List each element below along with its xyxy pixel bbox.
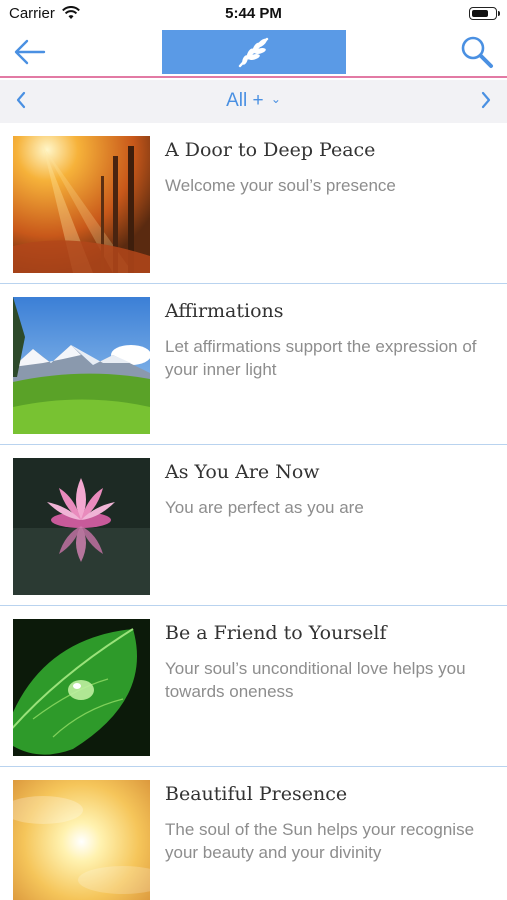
- nav-bar: [0, 28, 507, 78]
- list-item[interactable]: Beautiful Presence The soul of the Sun h…: [0, 767, 507, 900]
- search-icon[interactable]: [459, 34, 495, 70]
- golden-sun-thumbnail: [13, 780, 150, 900]
- chevron-right-icon[interactable]: [479, 90, 493, 110]
- list-item[interactable]: As You Are Now You are perfect as you ar…: [0, 445, 507, 606]
- wheat-leaf-logo-icon: [238, 37, 269, 68]
- item-title: Affirmations: [165, 300, 284, 322]
- item-subtitle: Your soul’s unconditional love helps you…: [165, 659, 466, 701]
- item-subtitle: You are perfect as you are: [165, 498, 364, 517]
- battery-level: [472, 10, 488, 17]
- item-title: Be a Friend to Yourself: [165, 622, 387, 644]
- green-leaf-thumbnail: [13, 619, 150, 756]
- item-title: Beautiful Presence: [165, 783, 348, 805]
- status-time: 5:44 PM: [225, 5, 282, 22]
- category-filter-dropdown[interactable]: All + ⌄: [0, 90, 507, 112]
- item-title: As You Are Now: [165, 461, 320, 483]
- autumn-forest-thumbnail: [13, 136, 150, 273]
- app-logo[interactable]: [162, 30, 346, 74]
- chevron-down-icon: ⌄: [270, 92, 281, 106]
- item-title: A Door to Deep Peace: [165, 139, 376, 161]
- item-subtitle: Welcome your soul’s presence: [165, 176, 396, 195]
- filter-label: All +: [226, 90, 264, 111]
- alpine-meadow-thumbnail: [13, 297, 150, 434]
- list-item[interactable]: A Door to Deep Peace Welcome your soul’s…: [0, 123, 507, 284]
- status-bar: Carrier 5:44 PM: [0, 0, 507, 28]
- lotus-thumbnail: [13, 458, 150, 595]
- list-item[interactable]: Affirmations Let affirmations support th…: [0, 284, 507, 445]
- meditation-list: A Door to Deep Peace Welcome your soul’s…: [0, 123, 507, 900]
- list-item[interactable]: Be a Friend to Yourself Your soul’s unco…: [0, 606, 507, 767]
- item-subtitle: The soul of the Sun helps your recognise…: [165, 820, 475, 862]
- item-subtitle: Let affirmations support the expression …: [165, 337, 477, 379]
- filter-bar: All + ⌄: [0, 80, 507, 123]
- arrow-left-icon[interactable]: [12, 36, 48, 68]
- battery-icon: [469, 7, 500, 20]
